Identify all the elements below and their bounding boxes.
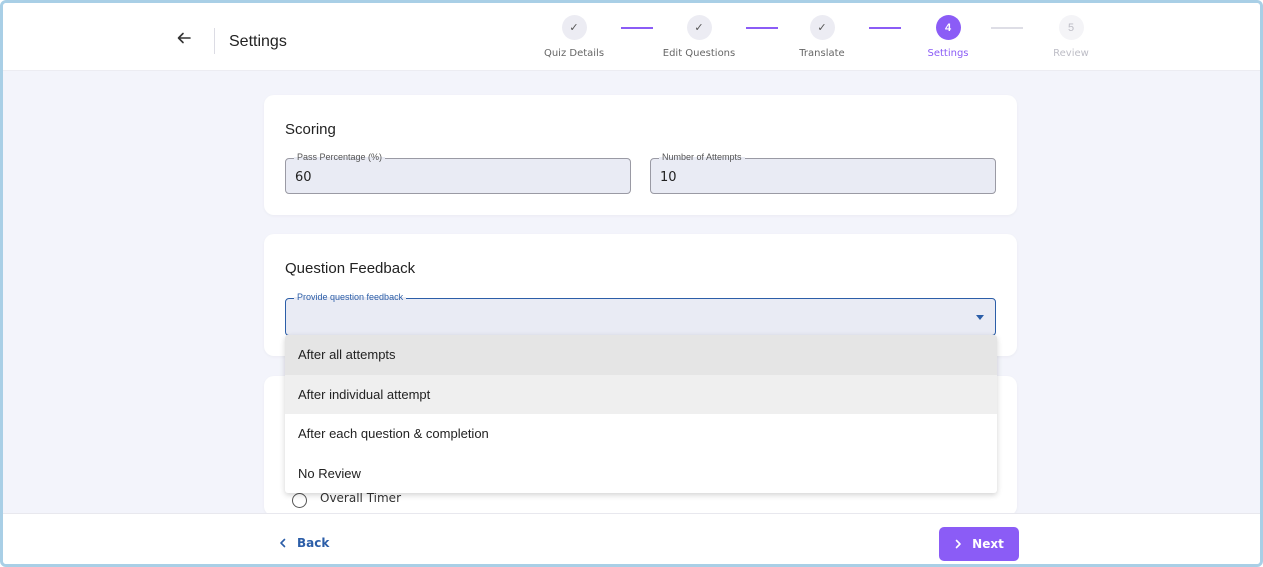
- field-value: 60: [295, 170, 312, 185]
- field-value: 10: [660, 170, 677, 185]
- back-label: Back: [297, 536, 330, 550]
- caret-down-icon: [976, 315, 984, 320]
- field-label: Provide question feedback: [294, 292, 407, 302]
- menu-item-after-individual-attempt[interactable]: After individual attempt: [285, 374, 997, 414]
- step-review[interactable]: 5 Review: [1011, 15, 1131, 59]
- scoring-card: Scoring Pass Percentage (%) 60 Number of…: [264, 95, 1017, 215]
- step-number: 4: [935, 15, 961, 40]
- step-translate[interactable]: ✓ Translate: [762, 15, 882, 59]
- app-window: Settings ✓ Quiz Details ✓ Edit Questions…: [0, 0, 1263, 567]
- step-label: Review: [1053, 48, 1089, 59]
- check-icon: ✓: [561, 15, 587, 40]
- step-settings[interactable]: 4 Settings: [888, 15, 1008, 59]
- step-label: Quiz Details: [543, 48, 605, 59]
- field-label: Number of Attempts: [659, 152, 745, 162]
- chevron-right-icon: [955, 539, 961, 549]
- overall-timer-radio[interactable]: [292, 493, 307, 508]
- feedback-dropdown-menu: After all attempts After individual atte…: [285, 335, 997, 493]
- menu-item-no-review[interactable]: No Review: [285, 454, 997, 494]
- pass-percentage-field[interactable]: Pass Percentage (%) 60: [285, 152, 631, 194]
- next-label: Next: [972, 537, 1004, 551]
- footer: Back Next: [3, 513, 1260, 564]
- step-number: 5: [1058, 15, 1084, 40]
- menu-item-after-each-question[interactable]: After each question & completion: [285, 414, 997, 454]
- menu-item-after-all-attempts[interactable]: After all attempts: [285, 335, 997, 375]
- number-of-attempts-field[interactable]: Number of Attempts 10: [650, 152, 996, 194]
- next-button[interactable]: Next: [939, 527, 1019, 561]
- step-edit-questions[interactable]: ✓ Edit Questions: [639, 15, 759, 59]
- header: Settings ✓ Quiz Details ✓ Edit Questions…: [3, 3, 1260, 71]
- card-title: Question Feedback: [285, 260, 416, 277]
- question-feedback-select[interactable]: Provide question feedback: [285, 292, 996, 336]
- step-quiz-details[interactable]: ✓ Quiz Details: [514, 15, 634, 59]
- step-label: Edit Questions: [662, 48, 736, 59]
- radio-label: Overall Timer: [320, 491, 401, 505]
- card-title: Scoring: [285, 121, 336, 138]
- back-button[interactable]: Back: [279, 536, 329, 550]
- check-icon: ✓: [686, 15, 712, 40]
- step-label: Translate: [799, 48, 845, 59]
- chevron-left-icon: [280, 538, 286, 548]
- field-label: Pass Percentage (%): [294, 152, 386, 162]
- check-icon: ✓: [809, 15, 835, 40]
- stepper: ✓ Quiz Details ✓ Edit Questions ✓ Transl…: [3, 3, 1260, 71]
- step-label: Settings: [927, 48, 969, 59]
